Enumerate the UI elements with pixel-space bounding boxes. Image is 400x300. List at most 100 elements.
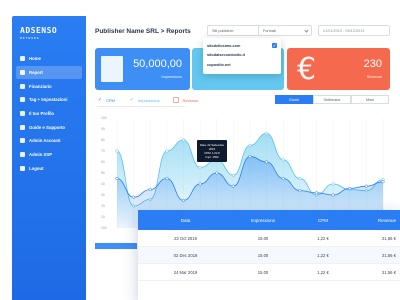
- cell-cpm: 1,22 €: [317, 269, 329, 275]
- cpm-series-point[interactable]: [348, 186, 352, 190]
- col-header-revenue[interactable]: Revenue: [353, 218, 400, 223]
- sidebar-item-label: Logout: [29, 165, 44, 171]
- sidebar-item-finanziario[interactable]: Finanziario: [16, 79, 82, 93]
- sidebar-item-label: Admin Account: [29, 138, 61, 144]
- cpm-series-point[interactable]: [132, 195, 136, 199]
- user-icon: [20, 111, 25, 116]
- admin-icon: [20, 138, 25, 144]
- impressions-series-point[interactable]: [265, 131, 269, 135]
- impressions-series-point[interactable]: [298, 176, 302, 181]
- y-tick-label: 60: [101, 160, 105, 164]
- legend-impressions-label: Impressions: [137, 97, 160, 103]
- col-header-impressions[interactable]: Impressions: [233, 218, 293, 223]
- tooltip-line: Impr: 1502: [205, 155, 219, 159]
- date-range-value: 01/01/2019 - 05/12/2019: [323, 28, 365, 33]
- legend-cpm-label: CPM: [106, 97, 115, 103]
- home-icon: [20, 56, 25, 62]
- revenue-label: Revenue: [366, 75, 382, 79]
- impressions-series-point[interactable]: [231, 173, 235, 177]
- impressions-series-point[interactable]: [165, 149, 169, 153]
- chart-tooltip: Data: 22 Settembre 2019 CPM: 1.02 € Impr…: [197, 140, 227, 162]
- sidebar-item-tag[interactable]: Tag + Impostazioni: [16, 93, 82, 107]
- legend-cpm-toggle[interactable]: ✓ CPM: [97, 97, 115, 103]
- table-row[interactable]: 23 Oct 2019 15.00 1,22 € 21,56 €: [138, 230, 400, 247]
- sidebar-item-profilo[interactable]: Il tuo Profilo: [16, 107, 82, 121]
- cpm-series-point[interactable]: [181, 198, 186, 203]
- impressions-series-point[interactable]: [331, 182, 335, 186]
- sidebar-item-report[interactable]: Report: [16, 65, 82, 80]
- cell-impressions: 15.00: [257, 252, 269, 258]
- dropdown-item-label: cupositio.net: [207, 62, 231, 67]
- cell-impressions: 15.00: [257, 269, 269, 275]
- report-table: Data Impressions CPM Revenue 23 Oct 2019…: [138, 210, 400, 300]
- sidebar-item-admin-account[interactable]: Admin Account: [16, 134, 82, 148]
- dashboard: ADSENSO NETWORK Home Report Finanziario …: [0, 0, 400, 300]
- sidebar-nav: Home Report Finanziario Tag + Impostazio…: [16, 52, 82, 175]
- help-icon: [20, 124, 25, 130]
- sidebar-item-label: Admin SSP: [29, 152, 53, 158]
- cpm-series-point[interactable]: [165, 176, 169, 181]
- sidebar-item-guide[interactable]: Guide e Supporto: [16, 120, 82, 134]
- col-header-data[interactable]: Data: [138, 218, 233, 223]
- revenue-value: 230: [363, 58, 382, 70]
- cell-cpm: 1,22 €: [317, 235, 329, 241]
- format-select[interactable]: Formati: [258, 25, 312, 36]
- cell-date: 23 Oct 2019: [174, 235, 197, 241]
- y-tick-label: 100: [101, 226, 107, 230]
- cell-date: 24 Mar 2019: [173, 269, 198, 275]
- cpm-series-point[interactable]: [298, 189, 302, 193]
- cpm-series-point[interactable]: [281, 176, 285, 181]
- y-tick-label: 40: [101, 182, 105, 186]
- legend-impressions-toggle[interactable]: ✓ Impressions: [129, 97, 160, 103]
- checkmark-icon: ✓: [129, 97, 134, 103]
- sidebar-item-home[interactable]: Home: [16, 52, 82, 66]
- impressions-series-point[interactable]: [281, 158, 285, 162]
- y-tick-label: 90: [101, 127, 105, 131]
- sidebar-item-admin-ssp[interactable]: Admin SSP: [16, 148, 82, 162]
- wallet-icon: [20, 83, 25, 89]
- cpm-series-point[interactable]: [265, 160, 269, 164]
- dropdown-item-label: sitodellosimo.com: [207, 43, 241, 48]
- cell-impressions: 15.00: [257, 235, 269, 241]
- cpm-series-point[interactable]: [231, 184, 235, 188]
- dropdown-item[interactable]: cupositio.net: [207, 60, 277, 70]
- table-row[interactable]: 24 Mar 2019 15.00 1,22 € 21,56 €: [138, 264, 400, 281]
- impressions-value: 50,000,00: [133, 58, 182, 70]
- sidebar-item-label: Report: [29, 69, 43, 75]
- cpm-series-point[interactable]: [314, 191, 319, 195]
- tab-giorni[interactable]: Giorni: [275, 95, 313, 104]
- cpm-series-point[interactable]: [381, 180, 385, 184]
- impressions-series-point[interactable]: [248, 143, 252, 148]
- load-more-bar[interactable]: [95, 243, 137, 249]
- tab-settimane[interactable]: Settimane: [313, 95, 351, 104]
- legend-revenue-toggle[interactable]: Revenue: [173, 97, 198, 103]
- tab-mesi[interactable]: Mesi: [351, 95, 389, 104]
- cpm-series-point[interactable]: [364, 184, 368, 188]
- cell-cpm: 1,22 €: [317, 252, 329, 258]
- chevron-down-icon: [304, 28, 309, 33]
- checkbox-checked-icon[interactable]: ✓: [272, 43, 277, 49]
- dropdown-item[interactable]: sitodalsecondosito.it: [207, 51, 277, 61]
- date-range-input[interactable]: 01/01/2019 - 05/12/2019: [318, 25, 390, 36]
- dropdown-item-label: sitodalsecondosito.it: [207, 53, 245, 58]
- euro-icon: €: [297, 52, 317, 87]
- cpm-series-point[interactable]: [215, 171, 219, 175]
- sidebar-item-logout[interactable]: Logout: [16, 162, 82, 176]
- cpm-series-point[interactable]: [198, 182, 202, 186]
- publisher-dropdown: sitodellosimo.com ✓ sitodalsecondosito.i…: [203, 38, 281, 74]
- cpm-series-point[interactable]: [331, 193, 335, 197]
- impressions-series-point[interactable]: [181, 138, 186, 142]
- cpm-series-point[interactable]: [148, 187, 152, 192]
- dropdown-item[interactable]: sitodellosimo.com ✓: [207, 41, 277, 51]
- chart-icon: [20, 69, 25, 75]
- sidebar-item-label: Il tuo Profilo: [29, 111, 55, 116]
- cpm-series-point[interactable]: [248, 154, 252, 159]
- cell-revenue: 21,56 €: [382, 252, 396, 258]
- table-row[interactable]: 02 Dec 2019 15.00 1,22 € 21,56 €: [138, 247, 400, 264]
- col-header-cpm[interactable]: CPM: [293, 218, 353, 223]
- impressions-series-point[interactable]: [198, 165, 202, 170]
- cpm-series-point[interactable]: [115, 176, 119, 181]
- logo[interactable]: ADSENSO NETWORK: [20, 26, 80, 44]
- sidebar-item-label: Tag + Impostazioni: [29, 97, 68, 103]
- impressions-series-point[interactable]: [115, 149, 119, 153]
